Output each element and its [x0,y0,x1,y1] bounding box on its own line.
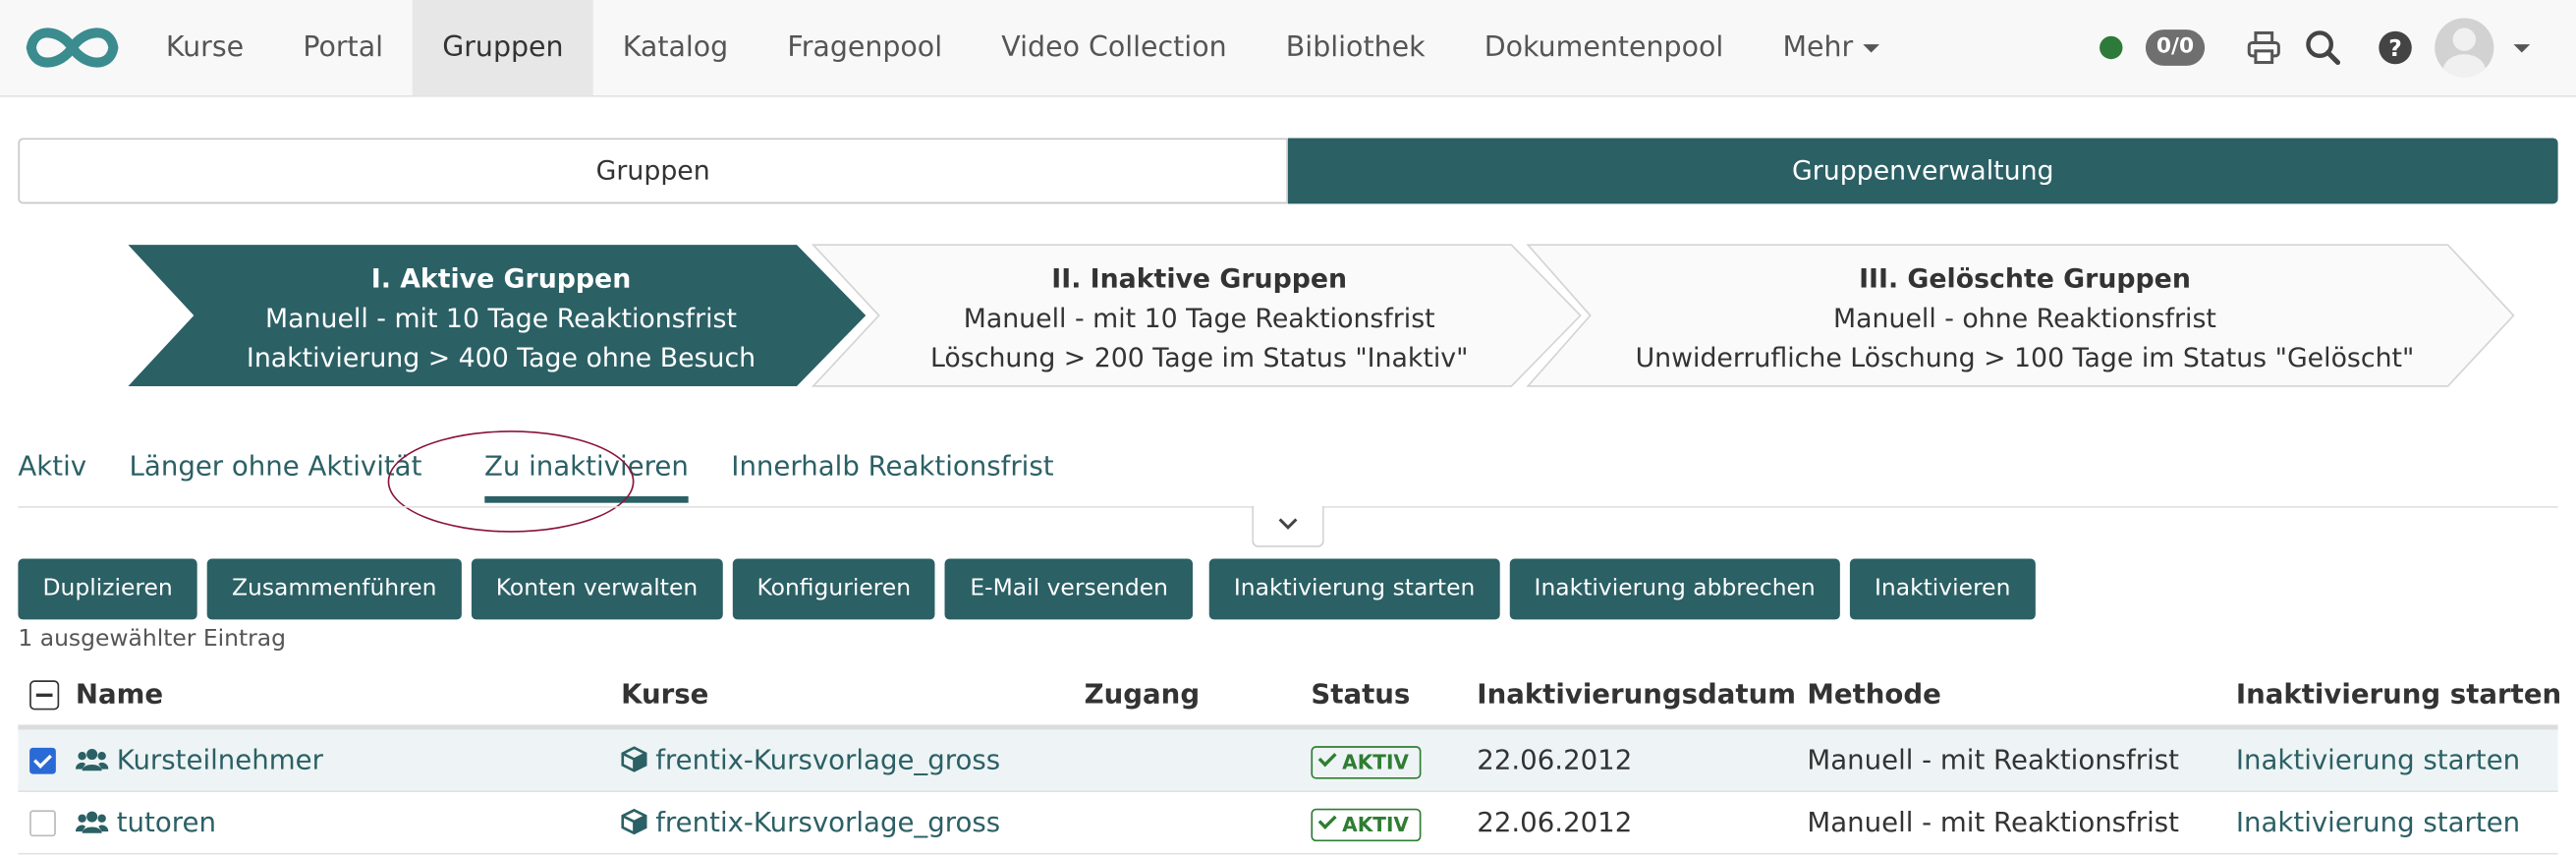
chevron-down-icon[interactable] [2513,44,2531,53]
help-icon[interactable]: ? [2376,28,2415,67]
nav-item-fragenpool[interactable]: Fragenpool [757,0,972,95]
nav-item-portal[interactable]: Portal [273,0,413,95]
method-cell: Manuell - mit Reaktionsfrist [1807,744,2179,776]
subtab-laenger-ohne-aktivitaet[interactable]: Länger ohne Aktivität [130,443,422,509]
subtab-innerhalb-reaktionsfrist[interactable]: Innerhalb Reaktionsfrist [731,443,1053,509]
step-line: Manuell - mit 10 Tage Reaktionsfrist [963,302,1435,334]
nav-item-gruppen[interactable]: Gruppen [413,0,593,95]
course-cube-icon [621,745,647,771]
check-icon [1317,810,1337,829]
step-line: Unwiderrufliche Löschung > 100 Tage im S… [1635,341,2415,373]
column-header-name[interactable]: Name [76,665,163,724]
column-header-status[interactable]: Status [1311,665,1410,724]
expand-filters-button[interactable] [1252,506,1324,547]
step-inactive-groups[interactable]: II. Inaktive Gruppen Manuell - mit 10 Ta… [821,259,1577,377]
column-header-zugang[interactable]: Zugang [1085,665,1200,724]
step-line: Löschung > 200 Tage im Status "Inaktiv" [929,341,1469,373]
start-inactivation-link[interactable]: Inaktivierung starten [2236,729,2520,790]
search-icon[interactable] [2303,28,2342,67]
top-navbar: Kurse Portal Gruppen Katalog Fragenpool … [0,0,2576,97]
status-label: AKTIV [1342,813,1409,837]
lifecycle-steps: I. Aktive Gruppen Manuell - mit 10 Tage … [0,243,2576,387]
status-label: AKTIV [1342,751,1409,774]
group-name: tutoren [116,807,216,838]
nav-item-video-collection[interactable]: Video Collection [972,0,1256,95]
nav-item-katalog[interactable]: Katalog [593,0,758,95]
row-checkbox[interactable] [29,747,56,774]
table-row: Kursteilnehmer frentix-Kursvorlage_gross… [18,729,2558,793]
status-badge: AKTIV [1311,808,1421,842]
group-name-link[interactable]: Kursteilnehmer [75,729,323,790]
subtab-aktiv[interactable]: Aktiv [18,443,86,509]
table-row: tutoren frentix-Kursvorlage_gross AKTIV … [18,792,2558,855]
column-header-methode[interactable]: Methode [1807,665,1940,724]
group-name: Kursteilnehmer [116,744,323,776]
nav-item-mehr-label: Mehr [1782,30,1854,65]
highlight-ellipse [387,430,635,533]
group-icon [75,748,109,770]
print-icon[interactable] [2244,28,2283,67]
duplicate-button[interactable]: Duplizieren [18,558,197,620]
step-deleted-groups[interactable]: III. Gelöschte Gruppen Manuell - ohne Re… [1544,259,2505,377]
step-line: Inaktivierung > 400 Tage ohne Besuch [246,341,756,373]
course-link[interactable]: frentix-Kursvorlage_gross [621,729,1000,790]
column-header-inaktivierung-starten[interactable]: Inaktivierung starten [2236,665,2561,724]
step-title: III. Gelöschte Gruppen [1859,262,2191,295]
inactivation-date: 22.06.2012 [1477,744,1633,776]
step-title: I. Aktive Gruppen [370,262,632,295]
selection-count: 1 ausgewählter Eintrag [18,626,287,653]
bulk-actions-toolbar: Duplizieren Zusammenführen Konten verwal… [18,558,2044,620]
chevron-down-icon [1278,518,1298,530]
step-line: Manuell - mit 10 Tage Reaktionsfrist [265,302,737,334]
nav-item-mehr[interactable]: Mehr [1753,0,1909,95]
step-line: Manuell - ohne Reaktionsfrist [1833,302,2216,334]
column-header-inaktivierungsdatum[interactable]: Inaktivierungsdatum [1477,665,1796,724]
check-icon [1317,748,1337,768]
step-active-groups[interactable]: I. Aktive Gruppen Manuell - mit 10 Tage … [132,259,870,377]
configure-button[interactable]: Konfigurieren [732,558,936,620]
group-icon [75,810,109,832]
table-header: Name Kurse Zugang Status Inaktivierungsd… [18,665,2561,730]
merge-button[interactable]: Zusammenführen [206,558,462,620]
nav-item-bibliothek[interactable]: Bibliothek [1257,0,1455,95]
step-title: II. Inaktive Gruppen [1051,262,1348,295]
chevron-down-icon [1863,43,1879,52]
course-link[interactable]: frentix-Kursvorlage_gross [621,792,1000,853]
column-header-kurse[interactable]: Kurse [621,665,708,724]
avatar[interactable] [2435,18,2494,78]
tab-gruppenverwaltung[interactable]: Gruppenverwaltung [1288,138,2558,204]
start-inactivation-link[interactable]: Inaktivierung starten [2236,792,2520,853]
method-cell: Manuell - mit Reaktionsfrist [1807,807,2179,838]
svg-text:?: ? [2388,34,2402,62]
group-name-link[interactable]: tutoren [75,792,216,853]
inactivation-date: 22.06.2012 [1477,807,1633,838]
send-email-button[interactable]: E-Mail versenden [945,558,1194,620]
nav-item-dokumentenpool[interactable]: Dokumentenpool [1455,0,1754,95]
course-cube-icon [621,808,647,834]
start-inactivation-button[interactable]: Inaktivierung starten [1208,558,1500,620]
openolat-logo-icon[interactable] [22,20,124,76]
status-badge: AKTIV [1311,746,1421,779]
manage-accounts-button[interactable]: Konten verwalten [471,558,723,620]
notification-badge[interactable]: 0/0 [2145,29,2206,66]
select-all-checkbox[interactable] [29,680,60,711]
nav-item-kurse[interactable]: Kurse [137,0,273,95]
tab-gruppen[interactable]: Gruppen [18,138,1289,204]
groups-table: Name Kurse Zugang Status Inaktivierungsd… [18,665,2561,855]
cancel-inactivation-button[interactable]: Inaktivierung abbrechen [1509,558,1840,620]
course-name: frentix-Kursvorlage_gross [655,807,1001,838]
inactivate-button[interactable]: Inaktivieren [1849,558,2036,620]
online-status-icon[interactable] [2100,35,2123,60]
row-checkbox[interactable] [29,810,56,837]
view-switcher: Gruppen Gruppenverwaltung [18,138,2558,204]
course-name: frentix-Kursvorlage_gross [655,744,1001,776]
